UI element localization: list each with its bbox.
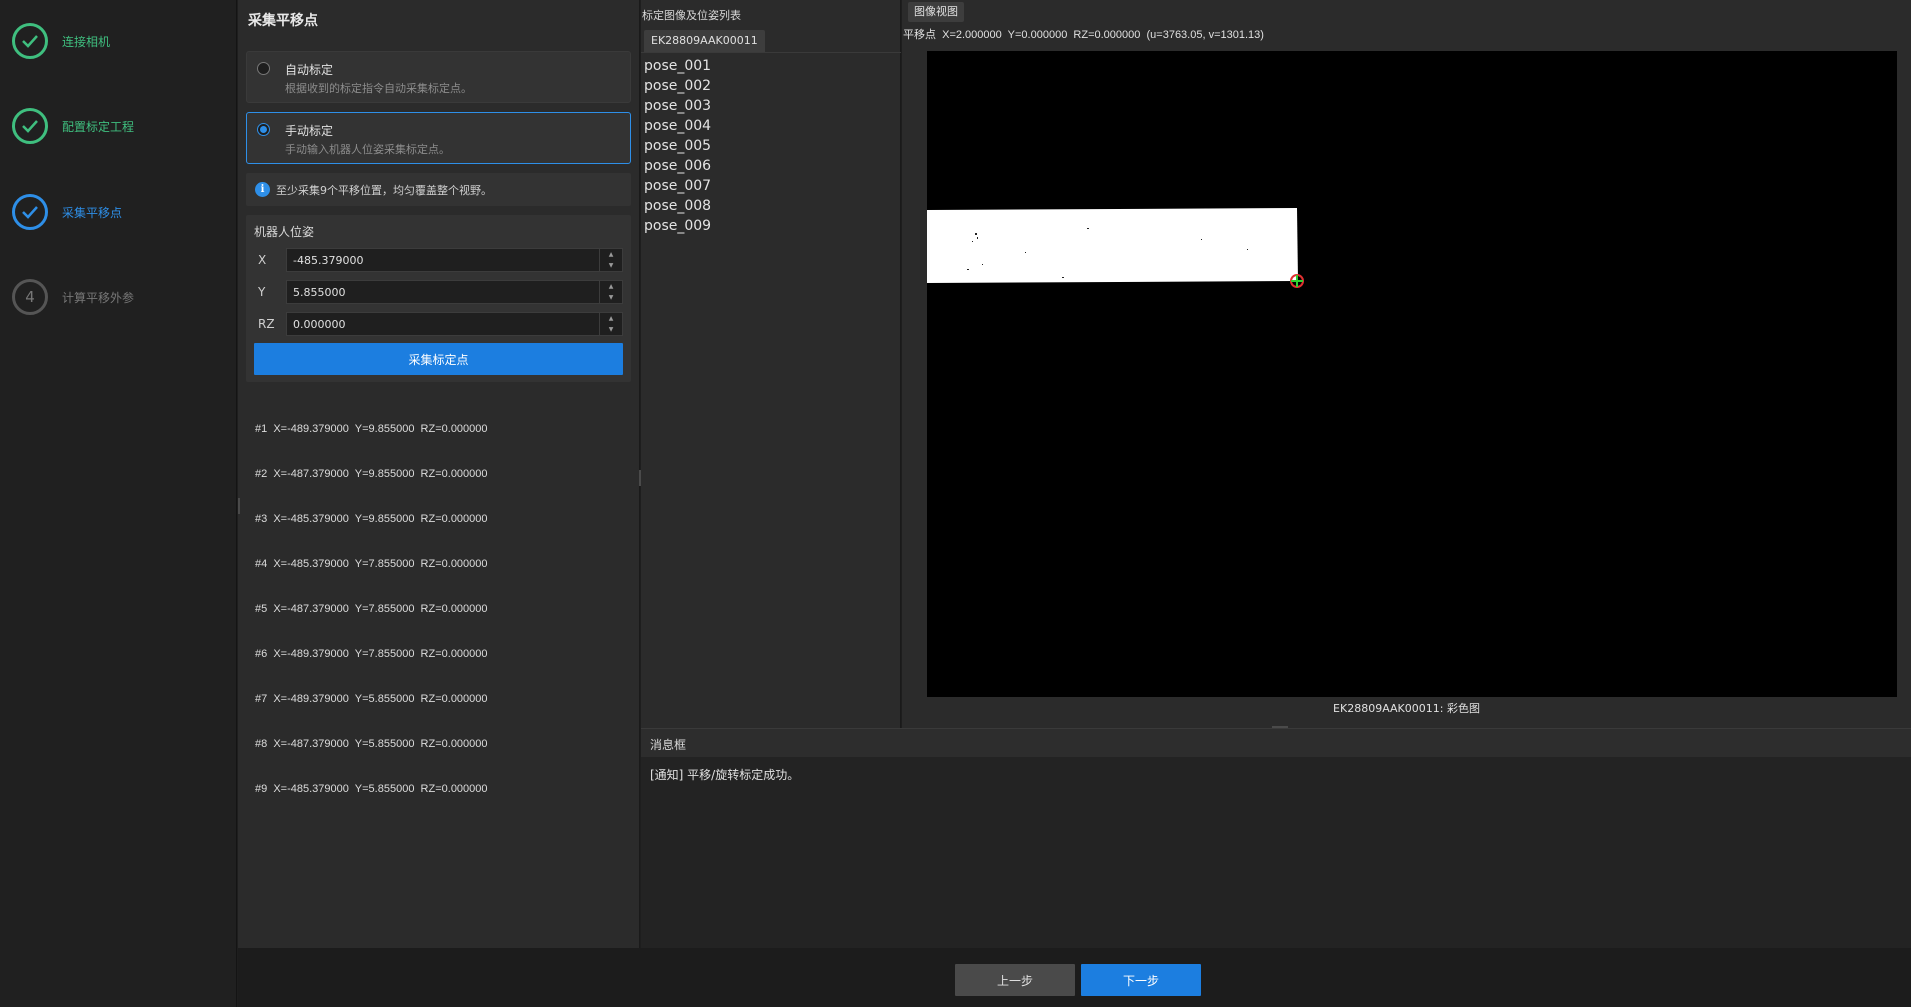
step-label: 计算平移外参 bbox=[62, 290, 135, 305]
steps-sidebar: 连接相机 配置标定工程 采集平移点 4 计算平移外参 bbox=[0, 0, 237, 1007]
step-label: 采集平移点 bbox=[62, 205, 123, 220]
check-icon bbox=[12, 108, 48, 144]
pose-item[interactable]: pose_009 bbox=[644, 216, 711, 236]
previous-step-button[interactable]: 上一步 bbox=[955, 964, 1075, 996]
message-panel: 消息框 [通知] 平移/旋转标定成功。 bbox=[641, 728, 1911, 948]
list-item: #9 X=-485.379000 Y=5.855000 RZ=0.000000 bbox=[255, 783, 488, 795]
x-spin-buttons[interactable]: ▲ ▼ bbox=[599, 249, 622, 271]
panel-title: 采集平移点 bbox=[248, 13, 318, 29]
step-label: 连接相机 bbox=[62, 34, 111, 49]
rz-input[interactable] bbox=[293, 316, 583, 332]
pose-item[interactable]: pose_002 bbox=[644, 76, 711, 96]
list-item: #4 X=-485.379000 Y=7.855000 RZ=0.000000 bbox=[255, 558, 488, 570]
image-caption: EK28809AAK00011: 彩色图 bbox=[1333, 702, 1480, 715]
point-coordinates: 平移点 X=2.000000 Y=0.000000 RZ=0.000000 (u… bbox=[903, 29, 1264, 41]
list-item: #5 X=-487.379000 Y=7.855000 RZ=0.000000 bbox=[255, 603, 488, 615]
step-configure-project[interactable]: 配置标定工程 bbox=[12, 105, 134, 147]
spin-up-icon[interactable]: ▲ bbox=[600, 313, 622, 324]
manual-calibration-radio[interactable] bbox=[257, 123, 270, 136]
splitter-handle[interactable] bbox=[238, 498, 240, 514]
field-label: Y bbox=[258, 285, 266, 299]
option-title: 自动标定 bbox=[285, 63, 334, 77]
list-item: #7 X=-489.379000 Y=5.855000 RZ=0.000000 bbox=[255, 693, 488, 705]
y-spinbox: ▲▼ bbox=[286, 280, 623, 304]
tab-camera[interactable]: EK28809AAK00011 bbox=[644, 30, 765, 52]
pose-list: pose_001 pose_002 pose_003 pose_004 pose… bbox=[644, 56, 711, 236]
list-item: #3 X=-485.379000 Y=9.855000 RZ=0.000000 bbox=[255, 513, 488, 525]
check-icon bbox=[12, 194, 48, 230]
spin-up-icon[interactable]: ▲ bbox=[600, 249, 622, 260]
camera-image[interactable] bbox=[927, 51, 1897, 697]
pose-field-x: X ▲▼ bbox=[246, 248, 631, 272]
spin-up-icon[interactable]: ▲ bbox=[600, 281, 622, 292]
step-connect-camera[interactable]: 连接相机 bbox=[12, 20, 110, 62]
manual-calibration-option[interactable]: 手动标定 手动输入机器人位姿采集标定点。 bbox=[246, 112, 631, 164]
option-title: 手动标定 bbox=[285, 124, 334, 138]
tip-banner: i 至少采集9个平移位置，均匀覆盖整个视野。 bbox=[246, 173, 631, 206]
field-label: RZ bbox=[258, 317, 275, 331]
pose-item[interactable]: pose_003 bbox=[644, 96, 711, 116]
tab-image-view[interactable]: 图像视图 bbox=[908, 2, 964, 22]
next-step-button[interactable]: 下一步 bbox=[1081, 964, 1201, 996]
list-item: #2 X=-487.379000 Y=9.855000 RZ=0.000000 bbox=[255, 468, 488, 480]
robot-pose-title: 机器人位姿 bbox=[254, 225, 315, 239]
image-view-panel: 图像视图 平移点 X=2.000000 Y=0.000000 RZ=0.0000… bbox=[902, 0, 1911, 728]
pose-item[interactable]: pose_007 bbox=[644, 176, 711, 196]
list-title: 标定图像及位姿列表 bbox=[642, 9, 741, 22]
message-header: 消息框 bbox=[641, 729, 1911, 757]
list-tabbar: EK28809AAK00011 bbox=[641, 28, 901, 53]
splitter-handle[interactable] bbox=[639, 470, 641, 486]
y-input[interactable] bbox=[293, 284, 583, 300]
message-text: [通知] 平移/旋转标定成功。 bbox=[650, 768, 800, 782]
tip-text: 至少采集9个平移位置，均匀覆盖整个视野。 bbox=[276, 183, 492, 197]
list-item: #8 X=-487.379000 Y=5.855000 RZ=0.000000 bbox=[255, 738, 488, 750]
option-desc: 手动输入机器人位姿采集标定点。 bbox=[285, 143, 450, 156]
step-number: 4 bbox=[12, 279, 48, 315]
pose-item[interactable]: pose_001 bbox=[644, 56, 711, 76]
x-input[interactable] bbox=[293, 252, 583, 268]
pose-field-y: Y ▲▼ bbox=[246, 280, 631, 304]
pose-item[interactable]: pose_006 bbox=[644, 156, 711, 176]
robot-pose-group: 机器人位姿 X ▲▼ Y ▲▼ RZ ▲▼ 采集标定点 bbox=[246, 215, 631, 382]
message-title: 消息框 bbox=[650, 738, 687, 752]
list-item: #1 X=-489.379000 Y=9.855000 RZ=0.000000 bbox=[255, 423, 488, 435]
pose-item[interactable]: pose_008 bbox=[644, 196, 711, 216]
x-spinbox: ▲▼ bbox=[286, 248, 623, 272]
auto-calibration-radio[interactable] bbox=[257, 62, 270, 75]
pose-field-rz: RZ ▲▼ bbox=[246, 312, 631, 336]
spin-down-icon[interactable]: ▼ bbox=[600, 292, 622, 303]
rz-spin-buttons[interactable]: ▲ ▼ bbox=[599, 313, 622, 335]
image-pose-list-panel: 标定图像及位姿列表 EK28809AAK00011 pose_001 pose_… bbox=[641, 0, 901, 728]
step-label: 配置标定工程 bbox=[62, 119, 135, 134]
pose-item[interactable]: pose_004 bbox=[644, 116, 711, 136]
spin-down-icon[interactable]: ▼ bbox=[600, 260, 622, 271]
pose-item[interactable]: pose_005 bbox=[644, 136, 711, 156]
collect-panel: 采集平移点 自动标定 根据收到的标定指令自动采集标定点。 手动标定 手动输入机器… bbox=[238, 0, 640, 948]
collected-points-list: #1 X=-489.379000 Y=9.855000 RZ=0.000000 … bbox=[255, 392, 488, 827]
field-label: X bbox=[258, 253, 267, 267]
rz-spinbox: ▲▼ bbox=[286, 312, 623, 336]
calibration-board bbox=[927, 208, 1298, 283]
spin-down-icon[interactable]: ▼ bbox=[600, 324, 622, 335]
check-icon bbox=[12, 23, 48, 59]
list-item: #6 X=-489.379000 Y=7.855000 RZ=0.000000 bbox=[255, 648, 488, 660]
footer-bar: 上一步 下一步 bbox=[238, 948, 1911, 1007]
camera-image-canvas bbox=[927, 208, 1304, 288]
info-icon: i bbox=[255, 182, 270, 197]
y-spin-buttons[interactable]: ▲ ▼ bbox=[599, 281, 622, 303]
step-compute-extrinsics[interactable]: 4 计算平移外参 bbox=[12, 276, 134, 318]
collect-point-button[interactable]: 采集标定点 bbox=[254, 343, 623, 375]
option-desc: 根据收到的标定指令自动采集标定点。 bbox=[285, 82, 472, 95]
step-collect-translation[interactable]: 采集平移点 bbox=[12, 191, 122, 233]
auto-calibration-option[interactable]: 自动标定 根据收到的标定指令自动采集标定点。 bbox=[246, 51, 631, 103]
